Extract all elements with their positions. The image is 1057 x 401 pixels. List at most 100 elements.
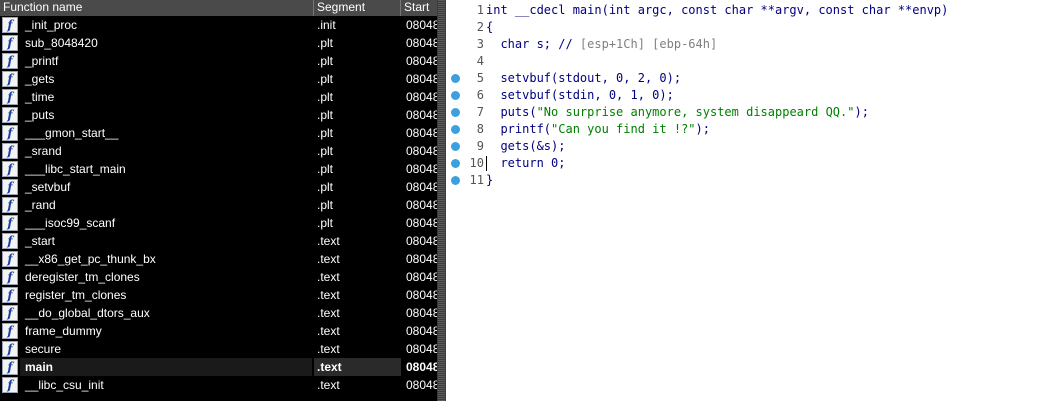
code-line[interactable]: 6 setvbuf(stdin, 0, 1, 0);: [446, 87, 1046, 104]
function-segment: .plt: [317, 216, 334, 230]
code-segment: char s; //: [486, 37, 580, 51]
code-line[interactable]: 5 setvbuf(stdout, 0, 2, 0);: [446, 70, 1046, 87]
breakpoint-dot-icon[interactable]: [451, 159, 460, 168]
function-row[interactable]: f _gets .plt 08048: [0, 70, 437, 88]
line-number: 2: [476, 20, 484, 34]
function-row[interactable]: f ___libc_start_main .plt 08048: [0, 160, 437, 178]
function-name: __x86_get_pc_thunk_bx: [25, 252, 156, 266]
function-icon: f: [2, 287, 18, 303]
code-string: "Can you find it !?": [551, 122, 696, 136]
code-line[interactable]: 3 char s; // [esp+1Ch] [ebp-64h]: [446, 36, 1046, 53]
column-header-start[interactable]: Start: [401, 0, 437, 16]
function-row[interactable]: f ___gmon_start__ .plt 08048: [0, 124, 437, 142]
code-text: char s; // [esp+1Ch] [ebp-64h]: [486, 36, 717, 53]
function-start: 08048: [406, 378, 437, 392]
function-row[interactable]: f __do_global_dtors_aux .text 08048: [0, 304, 437, 322]
function-start: 08048: [406, 18, 437, 32]
function-segment: .init: [317, 18, 336, 32]
function-row[interactable]: f _init_proc .init 08048: [0, 16, 437, 34]
code-line[interactable]: 7 puts("No surprise anymore, system disa…: [446, 104, 1046, 121]
line-number: 6: [476, 88, 484, 102]
code-line[interactable]: 10 return 0;: [446, 155, 1046, 172]
code-line[interactable]: 11}: [446, 172, 1046, 189]
function-row[interactable]: f frame_dummy .text 08048: [0, 322, 437, 340]
line-number: 4: [476, 54, 484, 68]
breakpoint-dot-icon[interactable]: [451, 108, 460, 117]
function-name: ___libc_start_main: [25, 162, 126, 176]
function-segment: .text: [317, 360, 342, 374]
function-row[interactable]: f _printf .plt 08048: [0, 52, 437, 70]
code-line[interactable]: 8 printf("Can you find it !?");: [446, 121, 1046, 138]
function-icon: f: [2, 359, 18, 375]
code-string: "No surprise anymore, system disappeard …: [536, 105, 855, 119]
function-icon: f: [2, 143, 18, 159]
function-icon: f: [2, 17, 18, 33]
function-icon: f: [2, 161, 18, 177]
breakpoint-dot-icon[interactable]: [451, 74, 460, 83]
function-segment: .plt: [317, 126, 334, 140]
scrollbar-track[interactable]: [438, 0, 445, 401]
function-icon: f: [2, 53, 18, 69]
code-segment: gets(&s);: [486, 139, 566, 153]
code-line[interactable]: 4: [446, 53, 1046, 70]
function-name: _gets: [25, 72, 55, 86]
function-start: 08048: [406, 288, 437, 302]
function-row[interactable]: f _start .text 08048: [0, 232, 437, 250]
function-name: __do_global_dtors_aux: [25, 306, 150, 320]
code-segment: {: [486, 20, 494, 34]
function-icon: f: [2, 233, 18, 249]
function-start: 08048: [406, 72, 437, 86]
code-line[interactable]: 2{: [446, 19, 1046, 36]
function-icon: f: [2, 197, 18, 213]
function-row-selected[interactable]: f main .text 08048: [0, 358, 437, 376]
breakpoint-dot-icon[interactable]: [451, 176, 460, 185]
function-start: 08048: [406, 198, 437, 212]
function-segment: .text: [317, 234, 340, 248]
function-row[interactable]: f ___isoc99_scanf .plt 08048: [0, 214, 437, 232]
function-name: frame_dummy: [25, 324, 102, 338]
function-icon: f: [2, 269, 18, 285]
code-segment: setvbuf(stdout, 0, 2, 0);: [486, 71, 682, 85]
code-segment: }: [486, 173, 494, 187]
function-segment: .text: [317, 252, 340, 266]
function-row[interactable]: f _srand .plt 08048: [0, 142, 437, 160]
function-row[interactable]: f _rand .plt 08048: [0, 196, 437, 214]
functions-scrollbar[interactable]: [437, 0, 446, 401]
text-cursor: [486, 156, 487, 171]
code-text: gets(&s);: [486, 138, 565, 155]
function-row[interactable]: f __libc_csu_init .text 08048: [0, 376, 437, 394]
function-icon: f: [2, 35, 18, 51]
breakpoint-dot-icon[interactable]: [451, 125, 460, 134]
function-row[interactable]: f secure .text 08048: [0, 340, 437, 358]
function-icon: f: [2, 377, 18, 393]
function-segment: .plt: [317, 144, 334, 158]
function-row[interactable]: f _puts .plt 08048: [0, 106, 437, 124]
breakpoint-dot-icon[interactable]: [451, 91, 460, 100]
function-icon: f: [2, 89, 18, 105]
code-line[interactable]: 1 int __cdecl main(int argc, const char *…: [446, 2, 1046, 19]
function-row[interactable]: f __x86_get_pc_thunk_bx .text 08048: [0, 250, 437, 268]
function-row[interactable]: f deregister_tm_clones .text 08048: [0, 268, 437, 286]
function-segment: .text: [317, 342, 340, 356]
function-start: 08048: [406, 324, 437, 338]
function-row[interactable]: f _setvbuf .plt 08048: [0, 178, 437, 196]
function-start: 08048: [406, 126, 437, 140]
function-row[interactable]: f sub_8048420 .plt 08048: [0, 34, 437, 52]
pseudocode-view[interactable]: 1 int __cdecl main(int argc, const char *…: [446, 0, 1057, 401]
column-header-segment[interactable]: Segment: [314, 0, 401, 16]
function-name: deregister_tm_clones: [25, 270, 140, 284]
function-row[interactable]: f _time .plt 08048: [0, 88, 437, 106]
function-row[interactable]: f register_tm_clones .text 08048: [0, 286, 437, 304]
code-comment: [esp+1Ch] [ebp-64h]: [579, 37, 718, 51]
function-start: 08048: [406, 216, 437, 230]
function-start: 08048: [406, 36, 437, 50]
function-icon: f: [2, 323, 18, 339]
function-start: 08048: [406, 180, 437, 194]
function-start: 08048: [406, 234, 437, 248]
function-icon: f: [2, 215, 18, 231]
code-text: return 0;: [486, 155, 565, 172]
breakpoint-dot-icon[interactable]: [451, 142, 460, 151]
code-line[interactable]: 9 gets(&s);: [446, 138, 1046, 155]
column-header-function-name[interactable]: Function name: [0, 0, 314, 16]
function-start: 08048: [406, 306, 437, 320]
